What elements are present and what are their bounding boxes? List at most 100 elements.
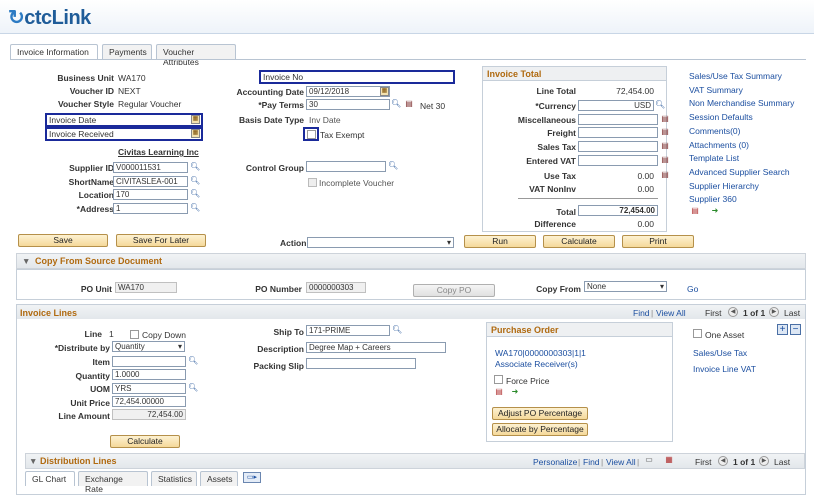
uom-input[interactable]: YRS <box>112 383 186 394</box>
invoice-lines-last[interactable]: Last <box>784 308 800 318</box>
dist-tab-assets[interactable]: Assets <box>200 471 238 486</box>
associate-receivers-link[interactable]: Associate Receiver(s) <box>495 359 578 369</box>
invoice-received-calendar-icon[interactable]: ▦ <box>191 129 200 138</box>
use-tax-detail-icon[interactable]: ▤ <box>660 170 670 180</box>
save-button[interactable]: Save <box>18 234 108 247</box>
tab-voucher-attributes[interactable]: Voucher Attributes <box>156 44 236 67</box>
template-list-link[interactable]: Template List <box>689 153 739 163</box>
shortname-search-icon[interactable]: 🔍︎ <box>190 176 200 186</box>
download-grid-icon[interactable]: ▦ <box>664 455 674 465</box>
advanced-supplier-search-link[interactable]: Advanced Supplier Search <box>689 167 790 177</box>
miscellaneous-input[interactable] <box>578 114 658 125</box>
freight-detail-icon[interactable]: ▤ <box>660 127 670 137</box>
invoice-lines-first[interactable]: First <box>705 308 722 318</box>
accounting-date-calendar-icon[interactable]: ▦ <box>380 87 389 96</box>
session-defaults-link[interactable]: Session Defaults <box>689 112 753 122</box>
ship-to-input[interactable]: 171-PRIME <box>306 325 390 336</box>
copy-down-checkbox[interactable] <box>130 330 139 339</box>
copy-from-select[interactable]: None <box>584 281 667 292</box>
control-group-search-icon[interactable]: 🔍︎ <box>388 161 398 171</box>
adjust-po-percentage-button[interactable]: Adjust PO Percentage <box>492 407 588 420</box>
invoice-lines-find-link[interactable]: Find <box>633 308 650 318</box>
save-for-later-button[interactable]: Save For Later <box>116 234 206 247</box>
accounting-date-input[interactable]: 09/12/2018 <box>306 86 390 97</box>
line-calculate-button[interactable]: Calculate <box>110 435 180 448</box>
currency-input[interactable]: USD <box>578 100 654 111</box>
location-search-icon[interactable]: 🔍︎ <box>190 189 200 199</box>
packing-slip-input[interactable] <box>306 358 416 369</box>
supplier-hierarchy-link[interactable]: Supplier Hierarchy <box>689 181 759 191</box>
invoice-no-field[interactable]: Invoice No <box>259 70 455 84</box>
collapse-arrow-icon[interactable]: ▼ <box>22 256 30 266</box>
location-input[interactable]: 170 <box>113 189 188 200</box>
dist-prev-icon[interactable]: ◀ <box>718 456 728 466</box>
distribution-lines-header[interactable] <box>25 453 805 469</box>
invoice-lines-next-icon[interactable]: ▶ <box>769 307 779 317</box>
dist-personalize-link[interactable]: Personalize <box>533 457 577 467</box>
show-all-columns-icon[interactable]: ▭▸ <box>243 472 261 483</box>
comments-link[interactable]: Comments(0) <box>689 126 740 136</box>
dist-find-link[interactable]: Find <box>583 457 600 467</box>
dist-last[interactable]: Last <box>774 457 790 467</box>
go-link[interactable]: Go <box>687 284 698 294</box>
vendor-name-link[interactable]: Civitas Learning Inc <box>118 147 199 157</box>
run-button[interactable]: Run <box>464 235 536 248</box>
invoice-lines-view-all-link[interactable]: View All <box>656 308 686 318</box>
invoice-lines-prev-icon[interactable]: ◀ <box>728 307 738 317</box>
miscellaneous-detail-icon[interactable]: ▤ <box>660 114 670 124</box>
red-doc-icon[interactable]: ▤ <box>690 206 700 216</box>
force-price-checkbox[interactable] <box>494 375 503 384</box>
distribute-by-select[interactable]: Quantity <box>112 341 185 352</box>
add-row-icon[interactable]: + <box>777 324 788 335</box>
ship-to-search-icon[interactable]: 🔍︎ <box>392 325 402 335</box>
tax-exempt-highlight[interactable] <box>303 127 319 141</box>
zoom-grid-icon[interactable]: ▭ <box>644 455 654 465</box>
description-input[interactable]: Degree Map + Careers <box>306 342 446 353</box>
invoice-line-vat-link[interactable]: Invoice Line VAT <box>693 364 756 374</box>
one-asset-checkbox[interactable] <box>693 329 702 338</box>
print-button[interactable]: Print <box>622 235 694 248</box>
currency-search-icon[interactable]: 🔍︎ <box>655 100 665 110</box>
non-merchandise-summary-link[interactable]: Non Merchandise Summary <box>689 98 794 108</box>
po-reference-link[interactable]: WA170|0000000303|1|1 <box>495 348 586 358</box>
action-select[interactable] <box>307 237 454 248</box>
po-red-doc-icon[interactable]: ▤ <box>494 387 504 397</box>
entered-vat-input[interactable] <box>578 155 658 166</box>
sales-use-tax-summary-link[interactable]: Sales/Use Tax Summary <box>689 71 782 81</box>
invoice-date-field[interactable]: Invoice Date <box>45 113 203 127</box>
dist-tab-gl-chart[interactable]: GL Chart <box>25 471 75 486</box>
tax-exempt-checkbox[interactable] <box>307 130 316 139</box>
delete-row-icon[interactable]: − <box>790 324 801 335</box>
dist-collapse-arrow-icon[interactable]: ▼ <box>29 456 37 466</box>
pay-terms-input[interactable]: 30 <box>306 99 390 110</box>
invoice-received-field[interactable]: Invoice Received <box>45 127 203 141</box>
po-unit-input[interactable]: WA170 <box>115 282 177 293</box>
supplier-id-search-icon[interactable]: 🔍︎ <box>190 162 200 172</box>
allocate-by-percentage-button[interactable]: Allocate by Percentage <box>492 423 588 436</box>
calculate-button[interactable]: Calculate <box>543 235 615 248</box>
sales-tax-detail-icon[interactable]: ▤ <box>660 141 670 151</box>
green-export-icon[interactable]: ➜ <box>710 206 720 216</box>
pay-terms-detail-icon[interactable]: ▤ <box>404 99 414 109</box>
invoice-date-calendar-icon[interactable]: ▦ <box>191 115 200 124</box>
incomplete-voucher-checkbox[interactable] <box>308 178 317 187</box>
dist-view-all-link[interactable]: View All <box>606 457 636 467</box>
po-number-input[interactable]: 0000000303 <box>306 282 366 293</box>
supplier-id-input[interactable]: V000011531 <box>113 162 188 173</box>
pay-terms-search-icon[interactable]: 🔍︎ <box>391 99 401 109</box>
vat-summary-link[interactable]: VAT Summary <box>689 85 743 95</box>
dist-tab-exchange-rate[interactable]: Exchange Rate <box>78 471 148 494</box>
shortname-input[interactable]: CIVITASLEA-001 <box>113 176 188 187</box>
line-amount-input[interactable]: 72,454.00 <box>112 409 186 420</box>
dist-tab-statistics[interactable]: Statistics <box>151 471 197 486</box>
uom-search-icon[interactable]: 🔍︎ <box>188 383 198 393</box>
freight-input[interactable] <box>578 127 658 138</box>
item-input[interactable] <box>112 356 186 367</box>
address-input[interactable]: 1 <box>113 203 188 214</box>
po-green-export-icon[interactable]: ➜ <box>510 387 520 397</box>
item-search-icon[interactable]: 🔍︎ <box>188 356 198 366</box>
dist-first[interactable]: First <box>695 457 712 467</box>
dist-next-icon[interactable]: ▶ <box>759 456 769 466</box>
total-input[interactable]: 72,454.00 <box>578 205 658 216</box>
attachments-link[interactable]: Attachments (0) <box>689 140 749 150</box>
